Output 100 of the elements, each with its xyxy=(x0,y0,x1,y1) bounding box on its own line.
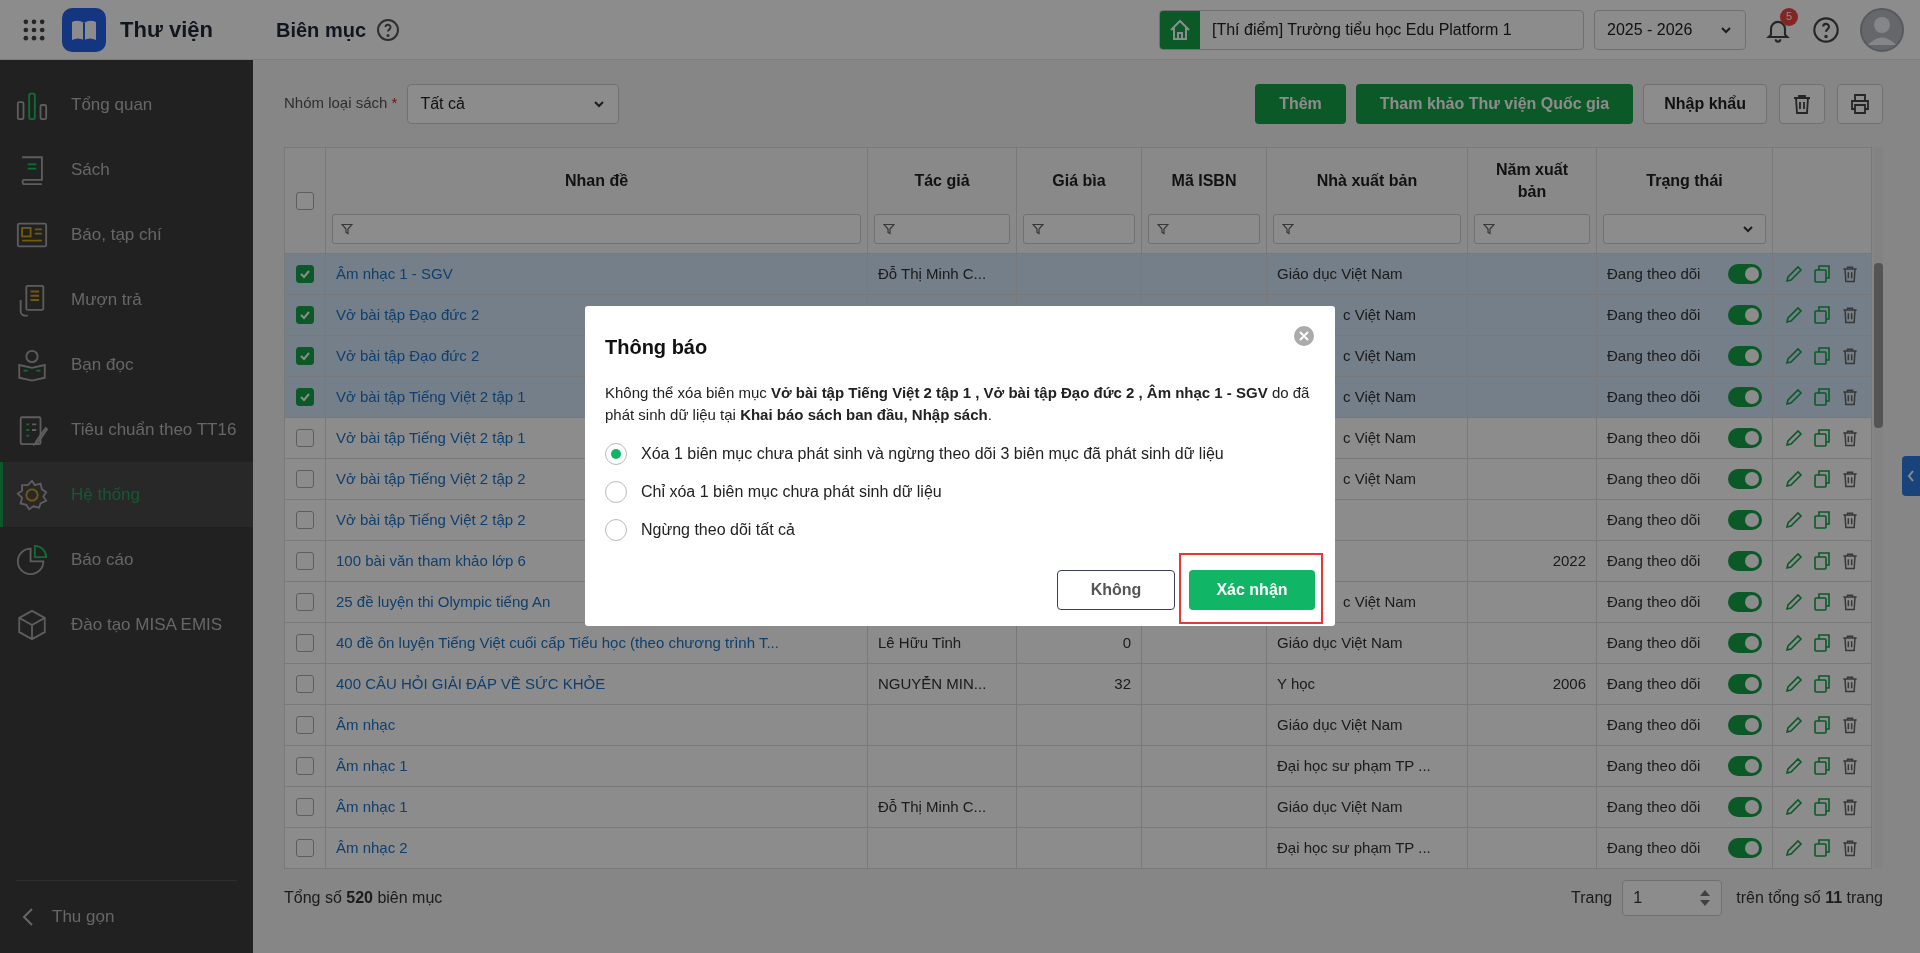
primary-button[interactable]: Thêm xyxy=(1255,83,1346,124)
column-filter[interactable] xyxy=(1603,214,1766,244)
radio-button[interactable] xyxy=(605,443,627,465)
radio-button[interactable] xyxy=(605,519,627,541)
pencil-icon[interactable] xyxy=(1784,305,1804,325)
trash-icon[interactable] xyxy=(1840,428,1860,448)
copy-icon[interactable] xyxy=(1812,633,1832,653)
pencil-icon[interactable] xyxy=(1784,674,1804,694)
pencil-icon[interactable] xyxy=(1784,510,1804,530)
checkbox[interactable] xyxy=(296,839,314,857)
pencil-icon[interactable] xyxy=(1784,428,1804,448)
title-link[interactable]: Vở bài tập Đạo đức 2 xyxy=(336,305,480,323)
pencil-icon[interactable] xyxy=(1784,387,1804,407)
trash-icon[interactable] xyxy=(1840,264,1860,284)
pencil-icon[interactable] xyxy=(1784,633,1804,653)
sidebar-item[interactable]: Báo, tạp chí xyxy=(0,202,253,267)
sidebar-item[interactable]: Đào tạo MISA EMIS xyxy=(0,592,253,657)
copy-icon[interactable] xyxy=(1812,797,1832,817)
trash-icon[interactable] xyxy=(1840,305,1860,325)
sidebar-item[interactable]: Bạn đọc xyxy=(0,332,253,397)
trash-icon[interactable] xyxy=(1840,838,1860,858)
toggle-switch[interactable] xyxy=(1728,797,1762,817)
column-filter[interactable] xyxy=(332,214,861,244)
copy-icon[interactable] xyxy=(1812,428,1832,448)
sidebar-item[interactable]: Tiêu chuẩn theo TT16 xyxy=(0,397,253,462)
help-icon[interactable] xyxy=(376,17,401,42)
checkbox[interactable] xyxy=(296,191,314,210)
sidebar-item[interactable]: Tổng quan xyxy=(0,72,253,137)
pencil-icon[interactable] xyxy=(1784,756,1804,776)
trash-icon[interactable] xyxy=(1840,469,1860,489)
trash-icon[interactable] xyxy=(1840,674,1860,694)
avatar-icon[interactable] xyxy=(1860,7,1904,52)
title-link[interactable]: Âm nhạc 2 xyxy=(336,838,408,856)
copy-icon[interactable] xyxy=(1812,756,1832,776)
print-button[interactable] xyxy=(1837,83,1883,124)
copy-icon[interactable] xyxy=(1812,715,1832,735)
trash-icon[interactable] xyxy=(1840,346,1860,366)
year-select[interactable]: 2025 - 2026 xyxy=(1594,9,1746,50)
page-input[interactable]: 1 xyxy=(1622,880,1723,916)
copy-icon[interactable] xyxy=(1812,510,1832,530)
checkbox[interactable] xyxy=(296,306,314,324)
copy-icon[interactable] xyxy=(1812,305,1832,325)
title-link[interactable]: Âm nhạc 1 - SGV xyxy=(336,264,453,282)
title-link[interactable]: Âm nhạc 1 xyxy=(336,797,408,815)
title-link[interactable]: Vở bài tập Tiếng Việt 2 tập 1 xyxy=(336,387,526,405)
trash-icon[interactable] xyxy=(1840,715,1860,735)
checkbox[interactable] xyxy=(296,511,314,529)
pencil-icon[interactable] xyxy=(1784,797,1804,817)
checkbox[interactable] xyxy=(296,634,314,652)
title-link[interactable]: Vở bài tập Đạo đức 2 xyxy=(336,346,480,364)
pencil-icon[interactable] xyxy=(1784,264,1804,284)
checkbox[interactable] xyxy=(296,470,314,488)
checkbox[interactable] xyxy=(296,593,314,611)
secondary-button[interactable]: Nhập khẩu xyxy=(1643,83,1767,124)
copy-icon[interactable] xyxy=(1812,551,1832,571)
trash-icon[interactable] xyxy=(1840,633,1860,653)
toggle-switch[interactable] xyxy=(1728,592,1762,612)
toggle-switch[interactable] xyxy=(1728,838,1762,858)
title-link[interactable]: 25 đề luyện thi Olympic tiếng An xyxy=(336,592,551,610)
help-icon[interactable] xyxy=(1812,15,1840,44)
pencil-icon[interactable] xyxy=(1784,551,1804,571)
checkbox[interactable] xyxy=(296,798,314,816)
toggle-switch[interactable] xyxy=(1728,264,1762,284)
column-filter[interactable] xyxy=(1148,214,1260,244)
title-link[interactable]: Vở bài tập Tiếng Việt 2 tập 2 xyxy=(336,510,526,528)
pencil-icon[interactable] xyxy=(1784,346,1804,366)
copy-icon[interactable] xyxy=(1812,592,1832,612)
close-icon[interactable] xyxy=(1293,325,1315,347)
copy-icon[interactable] xyxy=(1812,264,1832,284)
toggle-switch[interactable] xyxy=(1728,387,1762,407)
pencil-icon[interactable] xyxy=(1784,715,1804,735)
copy-icon[interactable] xyxy=(1812,674,1832,694)
copy-icon[interactable] xyxy=(1812,387,1832,407)
cancel-button[interactable]: Không xyxy=(1057,570,1175,610)
school-select[interactable]: [Thí điểm] Trường tiểu học Edu Platform 1 xyxy=(1159,9,1584,50)
title-link[interactable]: 100 bài văn tham khảo lớp 6 xyxy=(336,551,526,569)
checkbox[interactable] xyxy=(296,347,314,365)
toggle-switch[interactable] xyxy=(1728,346,1762,366)
trash-icon[interactable] xyxy=(1840,756,1860,776)
checkbox[interactable] xyxy=(296,429,314,447)
trash-icon[interactable] xyxy=(1840,797,1860,817)
book-group-select[interactable]: Tất cả xyxy=(407,83,620,124)
checkbox[interactable] xyxy=(296,265,314,283)
toggle-switch[interactable] xyxy=(1728,551,1762,571)
side-panel-tab[interactable] xyxy=(1902,456,1920,496)
checkbox[interactable] xyxy=(296,675,314,693)
delete-button[interactable] xyxy=(1779,83,1825,124)
trash-icon[interactable] xyxy=(1840,510,1860,530)
collapse-button[interactable]: Thu gọn xyxy=(0,881,253,953)
column-filter[interactable] xyxy=(1023,214,1135,244)
title-link[interactable]: Âm nhạc 1 xyxy=(336,756,408,774)
toggle-switch[interactable] xyxy=(1728,633,1762,653)
trash-icon[interactable] xyxy=(1840,387,1860,407)
primary-button[interactable]: Tham khảo Thư viện Quốc gia xyxy=(1355,83,1634,124)
radio-button[interactable] xyxy=(605,481,627,503)
checkbox[interactable] xyxy=(296,757,314,775)
copy-icon[interactable] xyxy=(1812,346,1832,366)
toggle-switch[interactable] xyxy=(1728,756,1762,776)
column-filter[interactable] xyxy=(1273,214,1461,244)
copy-icon[interactable] xyxy=(1812,469,1832,489)
